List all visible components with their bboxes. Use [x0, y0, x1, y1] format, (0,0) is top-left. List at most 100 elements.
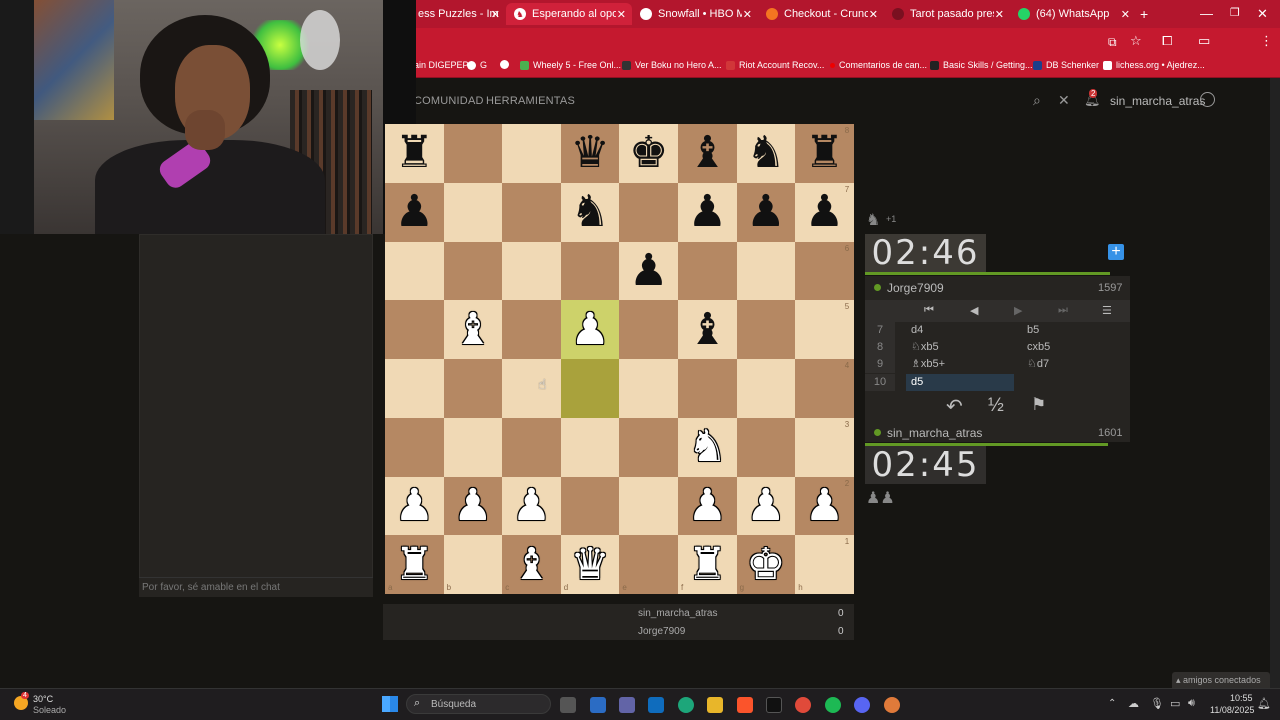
close-tab-icon[interactable]: ✕ — [743, 8, 752, 21]
square-e1[interactable] — [619, 535, 678, 594]
white-bishop-piece[interactable]: ♝ — [502, 535, 561, 594]
network-icon[interactable]: ▭ — [1170, 697, 1180, 710]
square-e4[interactable] — [619, 359, 678, 418]
clock-time[interactable]: 10:55 — [1230, 693, 1253, 703]
task-view-icon[interactable] — [560, 697, 576, 713]
black-knight-piece[interactable]: ♞ — [561, 183, 620, 242]
square-e7[interactable] — [619, 182, 678, 242]
chess-board[interactable]: ♜ ♛ ♚ ♝ ♞ ♜ 8 ♟ ♞ ♟ ♟ ♟ 7 ♟ 6 ♝ ♟ ♝ 5 4 ♞ 3 ♟ ♟ ♟ ♟ ♟ ♟ 2 ♜ a b ♝ c ♛ d e ♜ f ♚… — [385, 124, 854, 594]
square-a5[interactable] — [385, 300, 444, 359]
close-tab-icon[interactable]: ✕ — [491, 8, 500, 21]
new-tab-button[interactable]: + — [1136, 3, 1156, 25]
bookmark-star-icon[interactable]: ☆ — [1130, 33, 1142, 49]
close-icon[interactable]: ✕ — [1058, 92, 1070, 109]
close-tab-icon[interactable]: ✕ — [1121, 8, 1130, 21]
square-a4[interactable] — [385, 359, 444, 418]
teams-icon[interactable] — [619, 697, 635, 713]
tiktok-icon[interactable] — [766, 697, 782, 713]
prev-move-icon[interactable]: ◀ — [970, 304, 978, 317]
square-c8[interactable] — [502, 124, 561, 183]
tab-chess-puzzles[interactable]: ess Puzzles - Improve✕ — [410, 3, 506, 25]
chat-input[interactable]: Por favor, sé amable en el chat — [139, 577, 373, 597]
white-rook-piece[interactable]: ♜ — [678, 535, 737, 594]
user-icon[interactable] — [1200, 92, 1215, 107]
username-link[interactable]: sin_marcha_atras — [1110, 94, 1205, 108]
square-c5[interactable] — [502, 300, 561, 359]
resign-flag-button[interactable]: ⚑ — [1031, 395, 1046, 415]
clock-date[interactable]: 11/08/2025 — [1210, 705, 1254, 715]
black-rook-piece[interactable]: ♜ — [385, 124, 444, 183]
white-queen-piece[interactable]: ♛ — [561, 535, 620, 594]
next-move-icon[interactable]: ▶ — [1014, 304, 1022, 317]
move-white[interactable]: ♘xb5 — [911, 339, 939, 356]
spotify-icon[interactable] — [825, 697, 841, 713]
brave-icon[interactable] — [737, 697, 753, 713]
square-g3[interactable] — [736, 417, 796, 477]
close-tab-icon[interactable]: ✕ — [869, 8, 878, 21]
move-white[interactable]: ♗xb5+ — [911, 356, 945, 373]
black-bishop-piece[interactable]: ♝ — [678, 300, 737, 359]
install-icon[interactable]: ⧉ — [1108, 35, 1117, 50]
bookmark-item[interactable] — [500, 60, 513, 69]
volume-icon[interactable]: 🔊︎ — [1188, 697, 1195, 710]
draw-offer-button[interactable]: ½ — [988, 395, 1004, 417]
page-scrollbar[interactable] — [1270, 78, 1280, 688]
white-pawn-piece[interactable]: ♟ — [561, 300, 620, 359]
bookmark-item[interactable]: Riot Account Recov... — [726, 60, 824, 70]
black-pawn-piece[interactable]: ♟ — [737, 183, 796, 242]
chrome-icon[interactable] — [795, 697, 811, 713]
black-king-piece[interactable]: ♚ — [619, 124, 678, 183]
edge-icon[interactable] — [678, 697, 694, 713]
white-pawn-piece[interactable]: ♟ — [502, 477, 561, 536]
tab-esperando[interactable]: ♞Esperando al oponente✕ — [506, 3, 632, 25]
cloud-icon[interactable]: ☁ — [1128, 697, 1139, 710]
square-e2[interactable] — [619, 476, 678, 536]
add-time-button[interactable]: + — [1108, 244, 1124, 260]
square-c3[interactable] — [502, 417, 561, 477]
outlook-icon[interactable] — [648, 697, 664, 713]
square-a6[interactable] — [385, 241, 444, 301]
square-d2[interactable] — [560, 476, 620, 536]
bookmark-item[interactable]: DB Schenker — [1033, 60, 1099, 70]
sidebar-icon[interactable]: ▭ — [1198, 33, 1210, 49]
tab-whatsapp[interactable]: (64) WhatsApp ✕ — [1010, 3, 1136, 25]
white-king-piece[interactable]: ♚ — [737, 535, 796, 594]
square-b4[interactable] — [443, 359, 503, 418]
bookmark-item[interactable]: Ver Boku no Hero A... — [622, 60, 722, 70]
white-pawn-piece[interactable]: ♟ — [385, 477, 444, 536]
white-rook-piece[interactable]: ♜ — [385, 535, 444, 594]
white-pawn-piece[interactable]: ♟ — [678, 477, 737, 536]
square-d4[interactable] — [560, 359, 620, 418]
move-white[interactable]: d4 — [911, 322, 923, 339]
square-c6[interactable] — [502, 241, 561, 301]
square-d3[interactable] — [560, 417, 620, 477]
crosstable-name[interactable]: sin_marcha_atras — [638, 608, 717, 619]
move-black[interactable]: b5 — [1027, 322, 1039, 339]
move-black[interactable]: ♘d7 — [1027, 356, 1049, 373]
friends-online-button[interactable]: ▴ amigos conectados — [1172, 672, 1270, 688]
square-d6[interactable] — [560, 241, 620, 301]
black-bishop-piece[interactable]: ♝ — [678, 124, 737, 183]
white-pawn-piece[interactable]: ♟ — [737, 477, 796, 536]
menu-icon[interactable]: ☰ — [1102, 304, 1112, 317]
opponent-name[interactable]: Jorge7909 — [887, 281, 944, 295]
square-b6[interactable] — [443, 241, 503, 301]
taskbar-search[interactable]: ⌕ Búsqueda — [406, 694, 551, 714]
nav-herramientas[interactable]: HERRAMIENTAS — [486, 95, 575, 107]
square-a3[interactable] — [385, 417, 444, 477]
bookmark-item[interactable]: Comentarios de can... — [830, 60, 927, 70]
close-tab-icon[interactable]: ✕ — [995, 8, 1004, 21]
extensions-icon[interactable]: ⧠ — [1162, 33, 1172, 49]
discord-icon[interactable] — [854, 697, 870, 713]
bookmark-item[interactable]: Wheely 5 - Free Onl... — [520, 60, 621, 70]
black-queen-piece[interactable]: ♛ — [561, 124, 620, 183]
black-pawn-piece[interactable]: ♟ — [385, 183, 444, 242]
square-f4[interactable] — [678, 359, 737, 418]
square-g4[interactable] — [736, 359, 796, 418]
first-move-icon[interactable]: ⏮ — [924, 304, 934, 317]
notifications-icon[interactable]: 🔔︎ — [1257, 697, 1271, 710]
tab-hbo[interactable]: Snowfall • HBO Max✕ — [632, 3, 758, 25]
mic-icon[interactable]: 🎙︎ — [1150, 697, 1164, 710]
folder-icon[interactable] — [707, 697, 723, 713]
last-move-icon[interactable]: ⏭ — [1058, 304, 1068, 317]
